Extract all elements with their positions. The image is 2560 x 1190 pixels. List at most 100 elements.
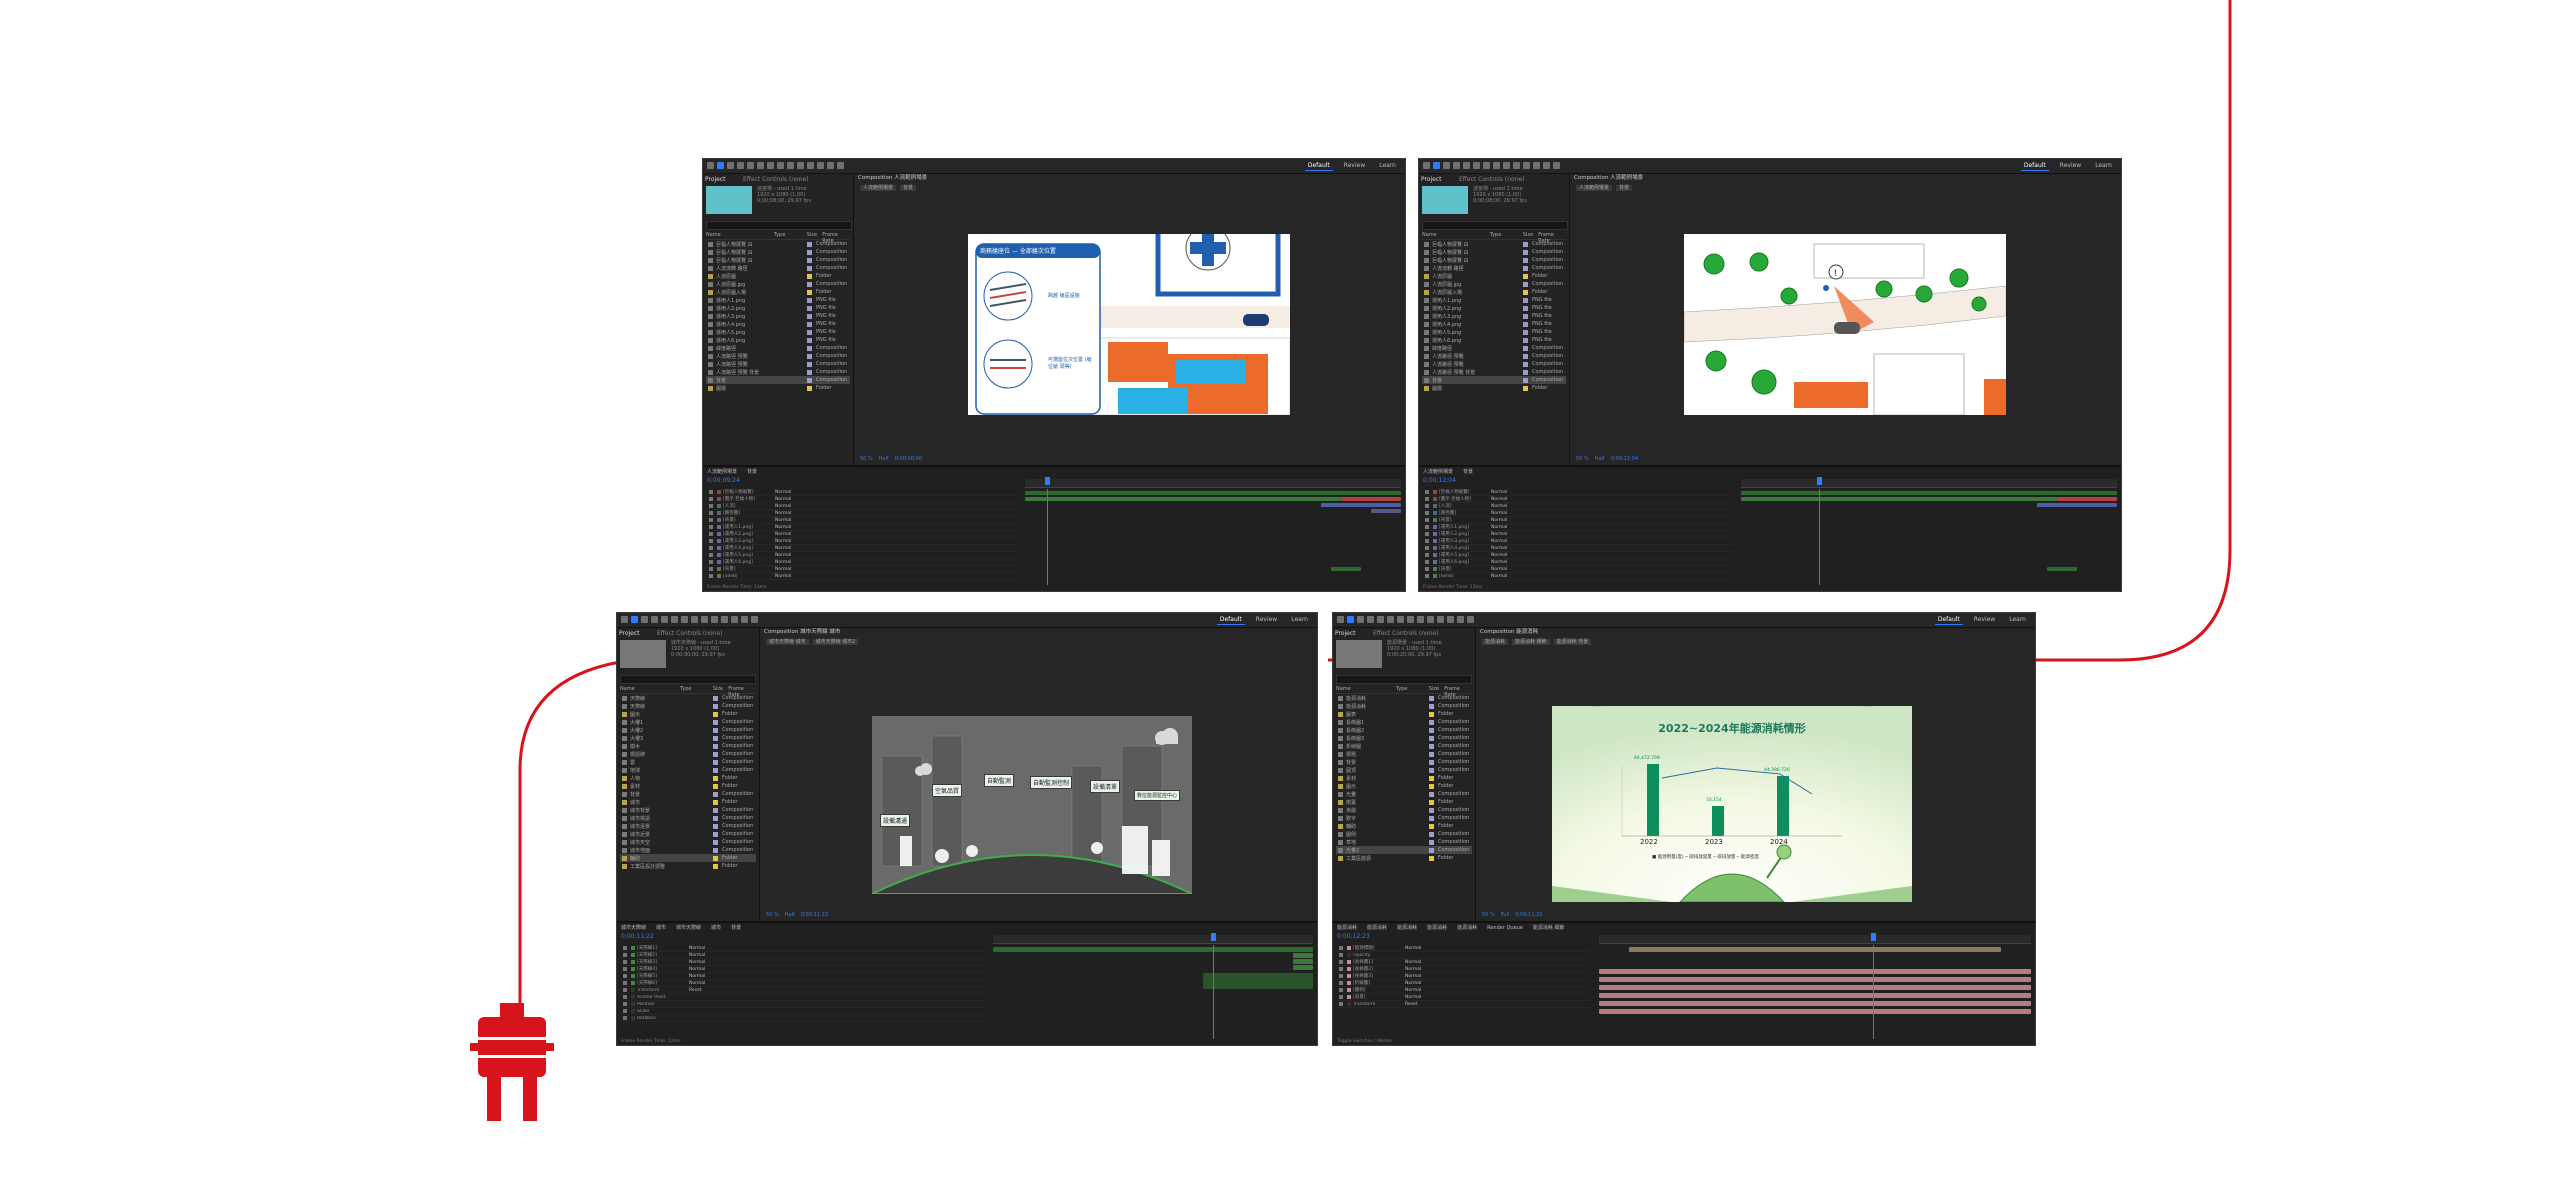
visibility-eye-icon[interactable] [623,981,627,985]
layer-label-swatch[interactable] [1433,532,1437,536]
blend-mode-dropdown[interactable]: Normal [775,567,801,572]
project-file-row[interactable]: 運用人2.png PNG file [706,304,850,312]
project-file-row[interactable]: 人流原圖 Folder [1422,272,1566,280]
project-file-row[interactable]: 天際線 Composition [620,702,756,710]
rectangle-tool-icon[interactable] [1493,162,1500,169]
visibility-eye-icon[interactable] [623,1016,627,1020]
project-file-row[interactable]: 大樓3 Composition [620,734,756,742]
label-color-swatch[interactable] [1429,751,1434,757]
label-color-swatch[interactable] [1429,783,1434,789]
project-file-row[interactable]: 光暈2 Composition [1336,846,1472,854]
label-color-swatch[interactable] [713,695,718,701]
project-tab[interactable]: Project [1421,176,1442,183]
label-color-swatch[interactable] [807,305,812,311]
timeline-layer-row[interactable]: [運用人4.png] Normal [707,545,1017,552]
label-color-swatch[interactable] [713,767,718,773]
project-file-row[interactable]: 人流流轉 路徑 Composition [1422,264,1566,272]
layer-label-swatch[interactable] [631,981,635,985]
layer-label-swatch[interactable] [1433,504,1437,508]
label-color-swatch[interactable] [807,265,812,271]
viewer-tab[interactable]: Composition 人流範例場景 [1570,174,2121,183]
rotate-tool-icon[interactable] [1377,616,1384,623]
pen-tool-icon[interactable] [787,162,794,169]
visibility-eye-icon[interactable] [1425,574,1429,578]
blend-mode-dropdown[interactable]: Normal [689,981,715,986]
layer-label-swatch[interactable] [1347,981,1351,985]
visibility-eye-icon[interactable] [1339,953,1343,957]
label-color-swatch[interactable] [1429,831,1434,837]
layer-label-swatch[interactable] [717,539,721,543]
layer-label-swatch[interactable] [631,988,635,992]
stamp-tool-icon[interactable] [731,616,738,623]
blend-mode-dropdown[interactable]: Normal [689,953,715,958]
label-color-swatch[interactable] [807,297,812,303]
layer-label-swatch[interactable] [717,518,721,522]
project-file-row[interactable]: 圖表 Folder [1336,710,1472,718]
rectangle-tool-icon[interactable] [777,162,784,169]
layer-label-swatch[interactable] [1347,960,1351,964]
project-file-row[interactable]: 城市近景 Composition [620,830,756,838]
time-ruler[interactable] [993,933,1313,944]
stamp-tool-icon[interactable] [817,162,824,169]
visibility-eye-icon[interactable] [709,567,713,571]
label-color-swatch[interactable] [1429,847,1434,853]
project-file-row[interactable]: 人流路徑 預覽 Composition [1422,360,1566,368]
layer-label-swatch[interactable] [1433,497,1437,501]
layer-label-swatch[interactable] [717,574,721,578]
project-file-row[interactable]: 運用人1.png PNG file [1422,296,1566,304]
timeline-layer-row[interactable]: [天際線5] Normal [621,973,985,980]
blend-mode-dropdown[interactable]: Normal [1405,988,1431,993]
visibility-eye-icon[interactable] [1425,511,1429,515]
project-file-row[interactable]: 運用人6.png PNG file [1422,336,1566,344]
blend-mode-dropdown[interactable]: Normal [775,518,801,523]
blend-mode-dropdown[interactable]: Normal [1491,532,1517,537]
visibility-eye-icon[interactable] [709,574,713,578]
project-file-row[interactable]: 素材 Folder [1336,774,1472,782]
project-file-row[interactable]: 圖示 Folder [620,710,756,718]
project-file-row[interactable]: 運用人2.png PNG file [1422,304,1566,312]
blend-mode-dropdown[interactable]: Normal [775,553,801,558]
project-file-row[interactable]: 運用人6.png PNG file [706,336,850,344]
timeline-layer-row[interactable]: [運用人6.png] Normal [1423,559,1733,566]
layer-label-swatch[interactable] [631,1009,635,1013]
project-file-row[interactable]: 人流原圖 Folder [706,272,850,280]
project-file-row[interactable]: 背景 Composition [1422,376,1566,384]
timeline-layer-row[interactable]: [人流] Normal [1423,503,1733,510]
blend-mode-dropdown[interactable]: Normal [689,974,715,979]
selection-tool-icon[interactable] [631,616,638,623]
label-color-swatch[interactable] [807,321,812,327]
layer-label-swatch[interactable] [631,960,635,964]
timeline-layer-row[interactable]: [巨幅人物展覽] Normal [707,489,1017,496]
blend-mode-dropdown[interactable]: Normal [1491,560,1517,565]
layer-label-swatch[interactable] [1433,560,1437,564]
label-color-swatch[interactable] [713,751,718,757]
timeline-layer-row[interactable]: Scale [621,1008,985,1015]
visibility-eye-icon[interactable] [1425,532,1429,536]
visibility-eye-icon[interactable] [709,553,713,557]
pen-tool-icon[interactable] [1503,162,1510,169]
timeline-layer-row[interactable]: [天際線1] Normal [621,945,985,952]
label-color-swatch[interactable] [713,783,718,789]
visibility-eye-icon[interactable] [1425,567,1429,571]
label-color-swatch[interactable] [1523,257,1528,263]
visibility-eye-icon[interactable] [1339,946,1343,950]
project-file-row[interactable]: 圖示 Folder [1336,782,1472,790]
label-color-swatch[interactable] [807,273,812,279]
blend-mode-dropdown[interactable]: Reset [689,988,715,993]
visibility-eye-icon[interactable] [709,490,713,494]
layer-label-swatch[interactable] [1433,546,1437,550]
label-color-swatch[interactable] [1429,727,1434,733]
project-file-row[interactable]: 巨幅人物展覽 白 Composition [706,240,850,248]
label-color-swatch[interactable] [1429,799,1434,805]
layer-label-swatch[interactable] [1433,567,1437,571]
blend-mode-dropdown[interactable]: Normal [775,539,801,544]
blend-mode-dropdown[interactable]: Normal [775,574,801,579]
project-file-row[interactable]: 城市 Folder [620,798,756,806]
timeline-layer-row[interactable]: [運用人5.png] Normal [707,552,1017,559]
project-file-row[interactable]: 人流原圖入場 Folder [1422,288,1566,296]
label-color-swatch[interactable] [1429,791,1434,797]
visibility-eye-icon[interactable] [1339,974,1343,978]
effect-controls-tab[interactable]: Effect Controls (none) [1459,176,1525,183]
blend-mode-dropdown[interactable]: Normal [1491,553,1517,558]
layer-label-swatch[interactable] [1433,511,1437,515]
